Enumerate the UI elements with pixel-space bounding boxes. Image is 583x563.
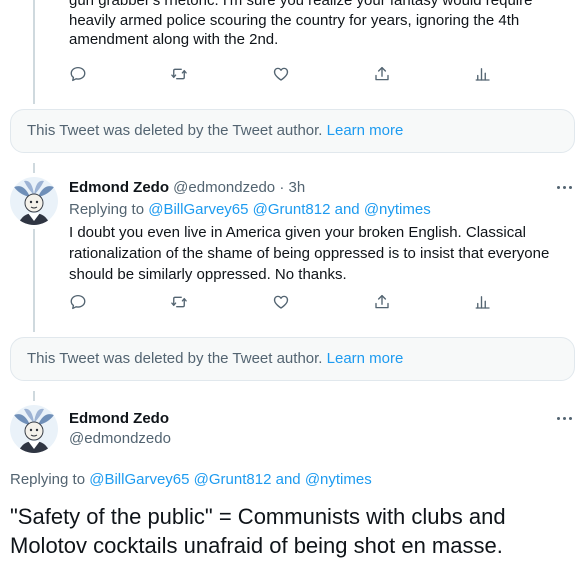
like-icon[interactable]: [272, 293, 292, 313]
handle[interactable]: @edmondzedo: [69, 429, 171, 448]
more-icon[interactable]: [555, 408, 575, 428]
tweet-top-line1: gun grabber's rhetoric. I'm sure you rea…: [69, 0, 533, 9]
display-name[interactable]: Edmond Zedo: [69, 409, 169, 428]
mention-grunt812[interactable]: @Grunt812: [253, 201, 331, 218]
display-name[interactable]: Edmond Zedo: [69, 179, 169, 196]
timestamp[interactable]: 3h: [288, 179, 305, 196]
thread-line-main: [33, 391, 35, 401]
share-icon[interactable]: [373, 293, 393, 313]
thread-line-reply: [33, 229, 35, 332]
learn-more-link[interactable]: Learn more: [327, 350, 404, 367]
mention-billgarvey65[interactable]: @BillGarvey65: [89, 471, 189, 488]
tweet-reply-line1: I doubt you even live in America given y…: [69, 224, 526, 241]
deleted-tweet-notice: This Tweet was deleted by the Tweet auth…: [10, 337, 575, 381]
reply-icon[interactable]: [69, 293, 89, 313]
deleted-notice-text: This Tweet was deleted by the Tweet auth…: [27, 122, 323, 139]
tweet-reply-body: I doubt you even live in America given y…: [69, 222, 579, 285]
separator: ·: [279, 179, 285, 196]
mention-grunt812[interactable]: @Grunt812: [194, 471, 272, 488]
mention-nytimes[interactable]: @nytimes: [364, 201, 431, 218]
tweet-reply-line3: should be similarly oppressed. No thanks…: [69, 266, 347, 283]
mention-and: and: [334, 201, 360, 218]
analytics-icon[interactable]: [474, 293, 494, 313]
tweet-reply-line2: rationalization of the shame of being op…: [69, 245, 550, 262]
reply-icon[interactable]: [69, 65, 89, 85]
mention-nytimes[interactable]: @nytimes: [305, 471, 372, 488]
mention-and: and: [275, 471, 301, 488]
thread-line-upper: [33, 163, 35, 173]
deleted-tweet-notice: This Tweet was deleted by the Tweet auth…: [10, 109, 575, 153]
share-icon[interactable]: [373, 65, 393, 85]
tweet-reply-header: Edmond Zedo @edmondzedo · 3h: [69, 178, 305, 197]
tweet-top-body: gun grabber's rhetoric. I'm sure you rea…: [69, 0, 569, 50]
handle[interactable]: @edmondzedo: [173, 179, 275, 196]
avatar-image: [10, 405, 58, 453]
deleted-notice-text: This Tweet was deleted by the Tweet auth…: [27, 350, 323, 367]
analytics-icon[interactable]: [474, 65, 494, 85]
tweet-main-line1: "Safety of the public" = Communists with…: [10, 504, 506, 529]
retweet-icon[interactable]: [170, 293, 190, 313]
tweet-main-line2: Molotov cocktails unafraid of being shot…: [10, 533, 503, 558]
mention-billgarvey65[interactable]: @BillGarvey65: [148, 201, 248, 218]
thread-line-top: [33, 0, 35, 104]
replying-to-label: Replying to: [69, 201, 145, 218]
more-icon[interactable]: [555, 177, 575, 197]
tweet-top-line3: amendment along with the 2nd.: [69, 31, 279, 48]
avatar[interactable]: [10, 177, 58, 225]
tweet-top-line2: heavily armed police scouring the countr…: [69, 11, 520, 29]
tweet-main-body: "Safety of the public" = Communists with…: [10, 502, 580, 560]
avatar[interactable]: [10, 405, 58, 453]
replying-to: Replying to @BillGarvey65 @Grunt812 and …: [10, 470, 372, 489]
tweet-top-actions: [69, 65, 490, 85]
like-icon[interactable]: [272, 65, 292, 85]
tweet-reply-actions: [69, 293, 490, 313]
avatar-image: [10, 177, 58, 225]
learn-more-link[interactable]: Learn more: [327, 122, 404, 139]
replying-to-label: Replying to: [10, 471, 86, 488]
replying-to: Replying to @BillGarvey65 @Grunt812 and …: [69, 200, 431, 219]
retweet-icon[interactable]: [170, 65, 190, 85]
